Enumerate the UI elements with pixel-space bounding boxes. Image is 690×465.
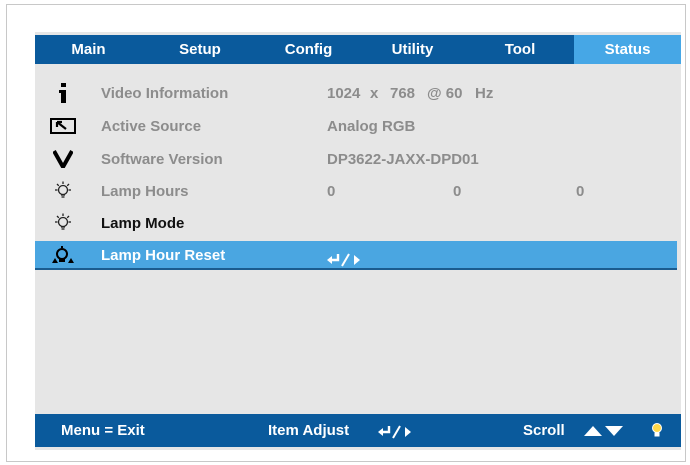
row-lamp-mode[interactable]: Lamp Mode — [35, 209, 677, 238]
video-rate-unit: Hz — [475, 85, 494, 102]
lamp-icon — [650, 422, 664, 439]
scroll-hint: Scroll — [523, 422, 565, 439]
tab-main[interactable]: Main — [35, 35, 142, 64]
lamp-hours-value-1: 0 — [327, 183, 336, 200]
osd-footer: Menu = Exit Item Adjust Scroll — [35, 414, 681, 447]
lamp-icon — [49, 212, 77, 234]
row-video-information: Video Information 1024 x 768 @ 60 Hz — [35, 79, 677, 108]
tab-bar: Main Setup Config Utility Tool Status — [35, 35, 681, 64]
lamp-mode-label: Lamp Mode — [101, 215, 185, 232]
tab-config[interactable]: Config — [258, 35, 359, 64]
video-refresh-rate: @ 60 — [427, 85, 463, 102]
video-information-label: Video Information — [101, 85, 229, 102]
lamp-icon — [49, 180, 77, 202]
menu-exit-hint: Menu = Exit — [61, 422, 145, 439]
tab-tool[interactable]: Tool — [466, 35, 574, 64]
video-width-value: 1024 — [327, 85, 361, 102]
item-adjust-hint: Item Adjust — [268, 422, 350, 439]
osd-panel: Main Setup Config Utility Tool Status Vi… — [35, 32, 681, 450]
active-source-value: Analog RGB — [327, 118, 416, 135]
tab-utility[interactable]: Utility — [359, 35, 466, 64]
lamp-hours-label: Lamp Hours — [101, 183, 189, 200]
up-down-arrows-icon — [584, 426, 624, 436]
row-lamp-hours: Lamp Hours 0 0 0 — [35, 177, 677, 206]
lamp-hours-value-2: 0 — [453, 183, 462, 200]
video-x-separator: x — [370, 85, 379, 102]
row-active-source: Active Source Analog RGB — [35, 112, 677, 141]
source-icon — [49, 115, 77, 137]
enter-right-icon[interactable] — [327, 248, 367, 277]
lamp-hours-value-3: 0 — [576, 183, 585, 200]
lamp-hour-reset-label: Lamp Hour Reset — [101, 247, 226, 264]
row-lamp-hour-reset[interactable]: Lamp Hour Reset — [35, 241, 677, 270]
info-icon — [49, 82, 77, 104]
active-source-label: Active Source — [101, 118, 202, 135]
video-height-value: 768 — [390, 85, 416, 102]
tab-status[interactable]: Status — [574, 35, 681, 64]
software-version-label: Software Version — [101, 151, 223, 168]
osd-frame: Main Setup Config Utility Tool Status Vi… — [6, 4, 686, 462]
tab-setup[interactable]: Setup — [142, 35, 258, 64]
row-software-version: Software Version DP3622-JAXX-DPD01 — [35, 145, 677, 174]
enter-right-icon — [378, 425, 418, 439]
version-icon — [49, 148, 77, 170]
lamp-reset-icon — [49, 244, 77, 266]
software-version-value: DP3622-JAXX-DPD01 — [327, 151, 479, 168]
